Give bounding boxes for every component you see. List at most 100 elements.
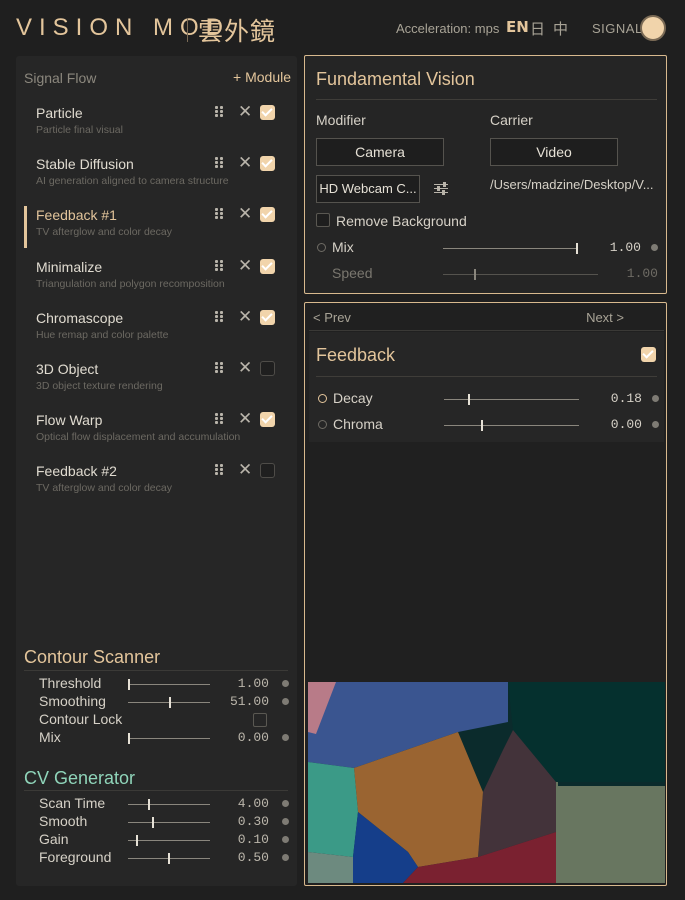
param-slider-thumb[interactable] bbox=[148, 799, 150, 810]
remove-module-icon[interactable]: ✕ bbox=[238, 153, 252, 173]
lang-zh-button[interactable]: 中 bbox=[553, 18, 568, 39]
param-cv-dot[interactable] bbox=[282, 680, 289, 687]
module-item[interactable]: Chromascope Hue remap and color palette ✕ bbox=[16, 307, 297, 354]
module-item[interactable]: Flow Warp Optical flow displacement and a… bbox=[16, 409, 297, 456]
remove-module-icon[interactable]: ✕ bbox=[238, 256, 252, 276]
param-toggle-checkbox[interactable] bbox=[253, 713, 267, 727]
chroma-label: Chroma bbox=[333, 416, 383, 432]
signal-indicator[interactable] bbox=[640, 15, 666, 41]
param-slider-thumb[interactable] bbox=[169, 697, 171, 708]
prev-module-button[interactable]: < Prev bbox=[313, 310, 351, 325]
param-slider[interactable] bbox=[128, 799, 210, 810]
remove-module-icon[interactable]: ✕ bbox=[238, 204, 252, 224]
speed-value: 1.00 bbox=[626, 266, 658, 281]
param-row: Contour Lock bbox=[39, 711, 289, 729]
drag-handle-icon[interactable] bbox=[215, 310, 227, 323]
module-enable-checkbox[interactable] bbox=[260, 207, 275, 223]
chroma-mod-indicator[interactable] bbox=[318, 420, 327, 429]
module-item[interactable]: Particle Particle final visual ✕ bbox=[16, 102, 297, 149]
module-item[interactable]: Stable Diffusion AI generation aligned to… bbox=[16, 153, 297, 200]
app-window: VISION MOD 雲外鏡 Acceleration: mps EN 日 中 … bbox=[0, 0, 685, 900]
speed-label: Speed bbox=[332, 265, 373, 281]
param-slider-thumb[interactable] bbox=[136, 835, 138, 846]
drag-handle-icon[interactable] bbox=[215, 259, 227, 272]
decay-slider[interactable] bbox=[444, 394, 579, 405]
add-module-button[interactable]: + Module bbox=[233, 69, 291, 85]
drag-handle-icon[interactable] bbox=[215, 157, 227, 169]
remove-background-checkbox[interactable] bbox=[316, 213, 330, 227]
drag-handle-icon[interactable] bbox=[215, 413, 227, 425]
speed-slider-thumb[interactable] bbox=[474, 269, 476, 280]
mix-cv-dot[interactable] bbox=[651, 244, 658, 251]
param-cv-dot[interactable] bbox=[282, 734, 289, 741]
param-slider-thumb[interactable] bbox=[128, 679, 130, 690]
module-description: Optical flow displacement and accumulati… bbox=[36, 431, 241, 444]
section-divider bbox=[24, 670, 288, 671]
speed-slider[interactable] bbox=[443, 269, 598, 280]
decay-cv-dot[interactable] bbox=[652, 395, 659, 402]
decay-mod-indicator[interactable] bbox=[318, 394, 327, 403]
mix-param-row: Mix 1.00 bbox=[317, 239, 658, 257]
param-cv-dot[interactable] bbox=[282, 800, 289, 807]
param-slider-thumb[interactable] bbox=[152, 817, 154, 828]
feedback-card: Feedback Decay 0.18 Chroma 0.00 bbox=[309, 332, 664, 442]
param-slider[interactable] bbox=[128, 733, 210, 744]
lang-en-button[interactable]: EN bbox=[506, 18, 529, 36]
param-cv-dot[interactable] bbox=[282, 854, 289, 861]
drag-handle-icon[interactable] bbox=[215, 464, 227, 476]
param-label: Smoothing bbox=[39, 693, 106, 709]
camera-settings-icon[interactable] bbox=[434, 182, 448, 195]
param-slider[interactable] bbox=[128, 679, 210, 690]
param-slider-thumb[interactable] bbox=[128, 733, 130, 744]
carrier-video-button[interactable]: Video bbox=[490, 138, 618, 166]
param-slider[interactable] bbox=[128, 853, 210, 864]
decay-label: Decay bbox=[333, 390, 373, 406]
param-cv-dot[interactable] bbox=[282, 818, 289, 825]
decay-param-row: Decay 0.18 bbox=[318, 390, 659, 408]
module-enable-checkbox[interactable] bbox=[260, 258, 275, 274]
modifier-camera-button[interactable]: Camera bbox=[316, 138, 444, 166]
remove-module-icon[interactable]: ✕ bbox=[238, 102, 252, 122]
module-enable-checkbox[interactable] bbox=[260, 309, 275, 325]
decay-slider-thumb[interactable] bbox=[468, 394, 470, 405]
remove-module-icon[interactable]: ✕ bbox=[238, 409, 252, 429]
mix-slider[interactable] bbox=[443, 243, 578, 254]
param-slider[interactable] bbox=[128, 835, 210, 846]
param-slider[interactable] bbox=[128, 697, 210, 708]
drag-handle-icon[interactable] bbox=[215, 208, 227, 220]
next-module-button[interactable]: Next > bbox=[586, 310, 624, 325]
chroma-slider-thumb[interactable] bbox=[481, 420, 483, 431]
mix-value: 1.00 bbox=[609, 240, 641, 255]
module-enable-checkbox[interactable] bbox=[260, 105, 275, 120]
camera-device-select[interactable]: HD Webcam C... bbox=[316, 175, 420, 203]
lang-ja-button[interactable]: 日 bbox=[530, 18, 545, 39]
param-slider[interactable] bbox=[128, 817, 210, 828]
module-item[interactable]: Minimalize Triangulation and polygon reco… bbox=[16, 256, 297, 303]
param-cv-dot[interactable] bbox=[282, 698, 289, 705]
module-enable-checkbox[interactable] bbox=[260, 156, 275, 172]
feedback-enable-checkbox[interactable] bbox=[641, 347, 656, 362]
module-item[interactable]: 3D Object 3D object texture rendering ✕ bbox=[16, 358, 297, 405]
carrier-file-path[interactable]: /Users/madzine/Desktop/V... bbox=[490, 177, 654, 192]
param-slider-thumb[interactable] bbox=[168, 853, 170, 864]
fundamental-vision-title: Fundamental Vision bbox=[316, 69, 475, 89]
module-enable-checkbox[interactable] bbox=[260, 463, 275, 479]
signal-flow-panel: Signal Flow + Module Particle Particle fi… bbox=[16, 56, 297, 886]
chroma-slider[interactable] bbox=[444, 420, 579, 431]
param-cv-dot[interactable] bbox=[282, 836, 289, 843]
chroma-cv-dot[interactable] bbox=[652, 421, 659, 428]
module-name: Minimalize bbox=[36, 258, 103, 275]
module-item[interactable]: Feedback #2 TV afterglow and color decay ✕ bbox=[16, 460, 297, 507]
remove-module-icon[interactable]: ✕ bbox=[238, 358, 252, 378]
mix-slider-thumb[interactable] bbox=[576, 243, 578, 254]
module-enable-checkbox[interactable] bbox=[260, 412, 275, 428]
module-enable-checkbox[interactable] bbox=[260, 361, 275, 376]
mix-mod-indicator[interactable] bbox=[317, 243, 326, 252]
param-value: 0.30 bbox=[237, 814, 269, 829]
drag-handle-icon[interactable] bbox=[215, 362, 227, 374]
remove-module-icon[interactable]: ✕ bbox=[238, 307, 252, 327]
drag-handle-icon[interactable] bbox=[215, 106, 227, 118]
module-item[interactable]: Feedback #1 TV afterglow and color decay ✕ bbox=[16, 204, 297, 251]
param-value: 0.50 bbox=[237, 850, 269, 865]
remove-module-icon[interactable]: ✕ bbox=[238, 460, 252, 480]
